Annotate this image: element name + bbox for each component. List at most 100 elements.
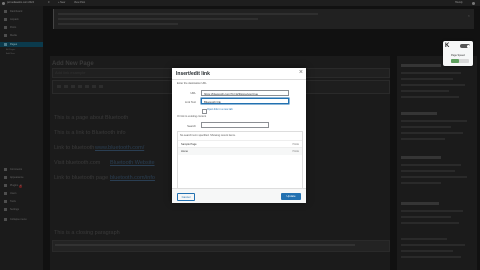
sidebar-line <box>401 182 441 184</box>
notice-text-line <box>58 13 318 15</box>
notice-text-line <box>58 18 258 20</box>
list-item[interactable]: Home PAGE <box>178 147 302 155</box>
sidebar-line <box>401 164 461 166</box>
view-post-link[interactable]: View Post <box>74 0 85 6</box>
sidebar-item-posts[interactable]: Posts <box>4 26 40 29</box>
editor-line: This is a page about Bluetooth <box>54 115 129 121</box>
speed-toggle[interactable] <box>460 44 470 48</box>
admin-bar: pcmediawebs.com:2024 0 + New View Post H… <box>0 0 480 6</box>
jetpack-icon <box>4 18 7 21</box>
editor-link[interactable]: www.bluetooth.com/ <box>95 145 144 151</box>
sidebar-line <box>401 176 467 178</box>
sidebar-line <box>401 210 463 212</box>
avatar[interactable] <box>472 1 475 5</box>
submenu-all-pages[interactable]: All Pages <box>6 49 15 52</box>
editor-line: This is a closing paragraph <box>54 230 120 236</box>
widget-label: Page Speed <box>451 54 465 57</box>
url-input[interactable]: https://bluetooth.com/?p=123&preview=tru… <box>201 89 289 96</box>
link-text-label: Link Text <box>185 99 196 104</box>
existing-content-toggle[interactable]: Or link to existing content <box>177 115 206 118</box>
sidebar-line <box>401 238 447 240</box>
new-content-link[interactable]: + New <box>58 0 65 6</box>
dashboard-icon <box>4 10 7 13</box>
sidebar-line <box>401 96 459 98</box>
sidebar-item-appearance[interactable]: Appearance <box>4 176 40 179</box>
dismiss-icon[interactable]: × <box>468 13 470 18</box>
dialog-header: Insert/edit link × <box>172 68 306 80</box>
insert-link-dialog: Insert/edit link × Enter the destination… <box>172 68 306 203</box>
url-label: URL <box>190 91 196 95</box>
search-label: Search <box>187 123 196 128</box>
user-icon <box>4 192 7 195</box>
sidebar-item-jetpack[interactable]: Jetpack <box>4 18 40 21</box>
admin-sidebar: Dashboard Jetpack Posts Media Pages All … <box>0 6 43 270</box>
close-icon[interactable]: × <box>299 69 303 77</box>
sidebar-line <box>401 244 465 246</box>
results-note: No search term specified. Showing recent… <box>180 134 236 137</box>
publish-sidebar <box>397 56 477 270</box>
sidebar-box-heading <box>401 202 439 205</box>
sidebar-item-media[interactable]: Media <box>4 34 40 37</box>
quote-icon[interactable] <box>78 85 82 88</box>
new-tab-label[interactable]: Open link in a new tab <box>207 108 233 111</box>
editor-line: Link to bluetooth <box>54 145 95 151</box>
sidebar-line <box>401 126 451 128</box>
sidebar-item-comments[interactable]: Comments <box>4 168 40 171</box>
editor-link[interactable]: bluetooth.com/info <box>110 175 155 181</box>
word-count <box>55 244 355 246</box>
sidebar-item-plugins[interactable]: Plugins 2 <box>4 184 40 188</box>
editor-line: Link to bluetooth page <box>54 175 109 181</box>
notice-text-line <box>58 23 178 25</box>
page-title: Add New Page <box>52 61 94 67</box>
sidebar-item-settings[interactable]: Settings <box>4 208 40 211</box>
sidebar-box-heading <box>401 112 437 115</box>
sidebar-line <box>401 222 459 224</box>
editor-status-bar <box>52 240 390 252</box>
wordpress-logo-icon[interactable] <box>2 1 5 5</box>
link-text-input[interactable]: Bluetooth link <box>201 98 289 104</box>
widget-logo: K <box>445 43 450 49</box>
sidebar-line <box>401 120 467 122</box>
sidebar-item-pages[interactable]: Pages <box>0 42 43 47</box>
account-greeting[interactable]: Howdy <box>455 0 463 6</box>
sidebar-line <box>401 72 461 74</box>
media-icon <box>4 34 7 37</box>
sidebar-item-tools[interactable]: Tools <box>4 200 40 203</box>
sidebar-item-dashboard[interactable]: Dashboard <box>4 10 40 13</box>
italic-icon[interactable] <box>64 85 68 88</box>
settings-icon <box>4 208 7 211</box>
sidebar-line <box>401 138 445 140</box>
list-icon[interactable] <box>71 85 75 88</box>
more-icon[interactable] <box>99 85 103 88</box>
sidebar-line <box>401 132 463 134</box>
sidebar-item-users[interactable]: Users <box>4 192 40 195</box>
pin-icon <box>4 26 7 29</box>
result-title: Sample Page <box>181 142 197 146</box>
comments-count[interactable]: 0 <box>48 0 49 6</box>
result-type: PAGE <box>292 149 299 153</box>
search-results-panel: No search term specified. Showing recent… <box>177 131 303 192</box>
submenu-add-new[interactable]: Add New <box>6 53 15 56</box>
collapse-icon <box>4 218 7 221</box>
page-speed-widget[interactable]: K Page Speed <box>443 41 473 66</box>
plugin-icon <box>4 184 7 187</box>
sidebar-collapse-menu[interactable]: Collapse menu <box>4 218 40 221</box>
bold-icon[interactable] <box>57 85 61 88</box>
wrench-icon <box>4 200 7 203</box>
sidebar-line <box>401 84 465 86</box>
update-button[interactable]: Update <box>281 192 301 200</box>
align-icon[interactable] <box>85 85 89 88</box>
search-input[interactable] <box>201 122 269 128</box>
dialog-footer: Cancel Update <box>172 188 306 203</box>
link-icon[interactable] <box>92 85 96 88</box>
cancel-button[interactable]: Cancel <box>177 193 195 201</box>
sidebar-line <box>401 170 455 172</box>
speed-meter <box>451 59 469 63</box>
admin-notice: × <box>53 9 474 29</box>
editor-link[interactable]: Bluetooth Website <box>110 160 155 166</box>
sidebar-box-heading <box>401 156 441 159</box>
comment-icon <box>4 168 7 171</box>
update-badge: 2 <box>19 185 23 188</box>
dialog-title: Insert/edit link <box>176 71 210 77</box>
result-type: PAGE <box>292 142 299 146</box>
